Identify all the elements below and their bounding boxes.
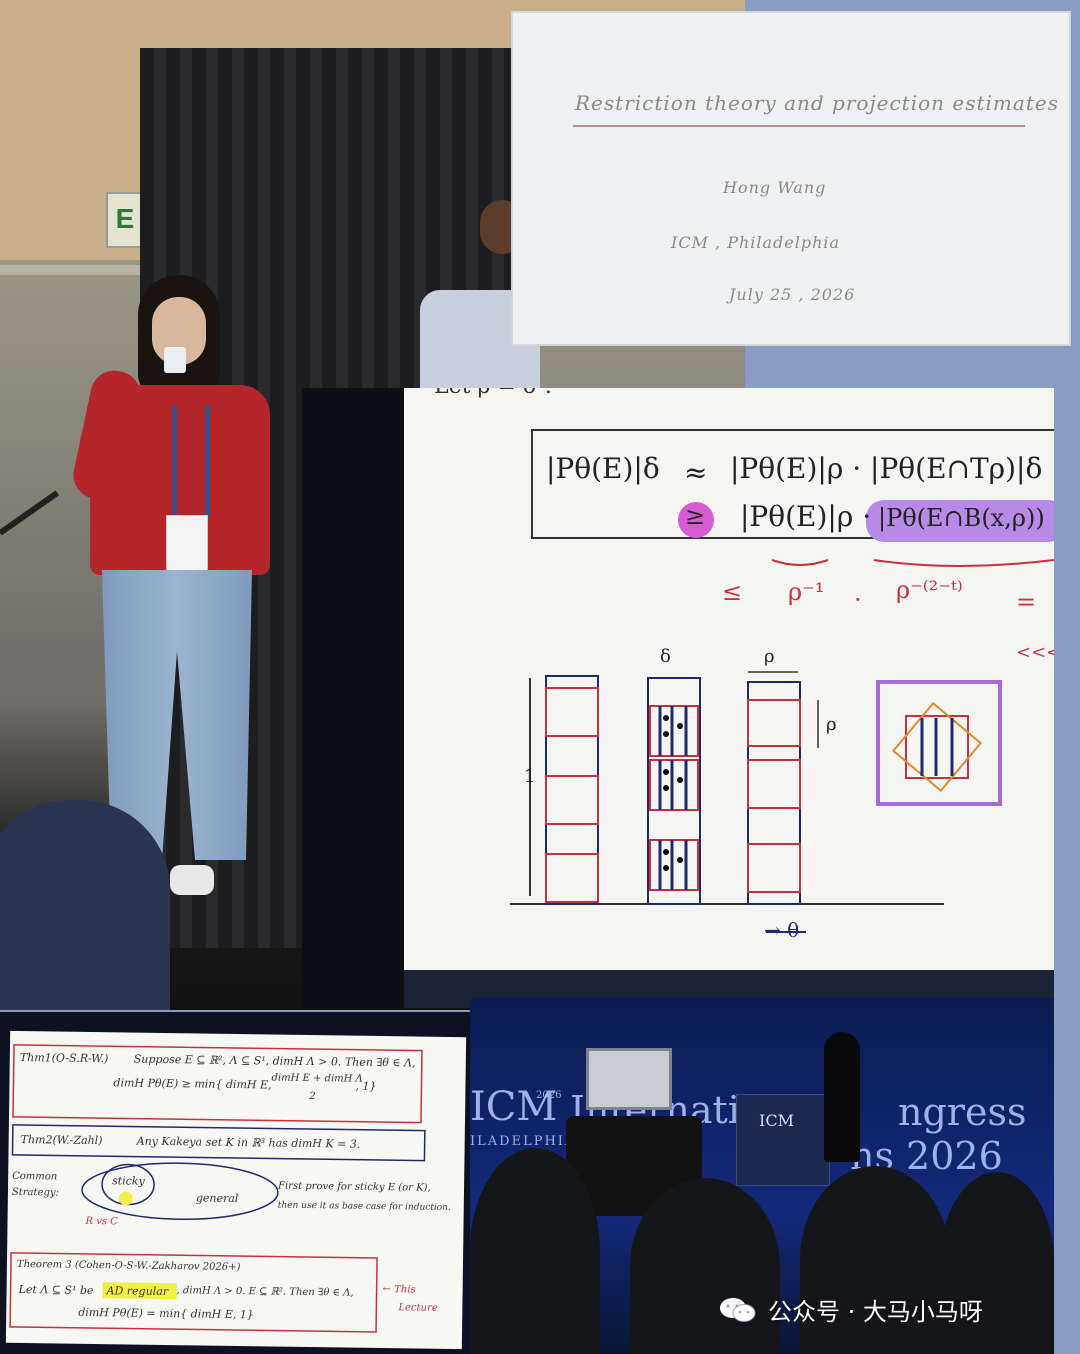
projected-whiteboard: Let ρ = δ². [302,388,1054,1008]
stage-logo-city: ILADELPHIA [470,1134,577,1149]
tube3-box-3 [747,843,801,893]
talk-venue: ICM , Philadelphia [671,233,841,252]
talk-title: Restriction theory and projection estima… [575,91,1059,115]
eq2-rhs-b: |Pθ(E∩B(x,ρ)) [878,504,1045,532]
eq1-lhs: |Pθ(E)|δ [546,452,660,485]
bound-dot: · [854,586,862,614]
seated-man [420,200,540,390]
zoom-strokes [920,718,954,776]
first-prove-text: First prove for sticky E (or K), [277,1180,431,1194]
stair-rail [0,490,60,536]
bound-le: ≤ [722,578,743,606]
stage-monitor [586,1048,672,1110]
tube2-box-2 [649,759,699,811]
this-lecture-a: ← This [382,1284,416,1296]
eq1-rhs: |Pθ(E)|ρ · |Pθ(E∩Tρ)|δ [730,452,1043,485]
thm3-ad-regular: AD regular [106,1284,169,1299]
water-cup [164,347,186,373]
audience-head-foreground [0,800,170,1010]
tube1-box-2 [545,775,599,825]
bound-equals: = [1016,588,1037,616]
audience-head-2 [630,1178,780,1354]
title-underline [573,125,1025,127]
tube-column-1 [545,675,599,905]
thm1-fraction-den: 2 [309,1091,316,1103]
talk-date: July 25 , 2026 [729,285,856,304]
name-badge [166,515,208,573]
tube-column-2 [647,677,701,905]
much-less-symbol: <<< [1016,642,1054,663]
eq1-operator: ≈ [684,456,708,489]
label-rho-top: ρ [764,646,775,667]
bound-rho-inverse: ρ⁻¹ [788,578,825,606]
tube1-box-3 [545,853,599,903]
talk-author: Hong Wang [723,178,827,197]
label-rho-side: ρ [826,714,837,735]
label-theta: → θ [764,918,800,942]
banner-text-b: ngress [898,1090,1027,1134]
wechat-icon [720,1298,756,1322]
thm1-end: , 1} [355,1079,377,1093]
sneaker [170,865,214,895]
strategy-ellipse [81,1162,279,1220]
podium-logo: ICM [759,1111,794,1130]
rvsc-label: R vs C [85,1215,118,1228]
tube2-box-1 [649,705,699,757]
label-one: 1 [524,766,536,787]
bound-rho-power: ρ⁻⁽²⁻ᵗ⁾ [896,576,963,604]
lanyard [172,405,210,517]
eq2-operator: ≥ [685,502,706,530]
thm3-line-c: dimH Pθ(E) = min{ dimH E, 1} [78,1305,254,1322]
theorem-slide-photo: Thm1(O-S.R-W.) Suppose E ⊆ ℝ², Λ ⊆ S¹, d… [0,1012,470,1354]
watermark-text: 公众号 · 大马小马呀 [768,1298,983,1326]
whiteboard-screen: Let ρ = δ². [404,388,1054,970]
eq2-rhs-a: |Pθ(E)|ρ · [740,500,872,533]
this-lecture-b: Lecture [398,1302,438,1314]
strategy-label: Strategy: [11,1186,59,1199]
general-label: general [195,1191,239,1206]
tube3-box-1 [747,699,801,747]
thm1-heading: Thm1(O-S.R-W.) [19,1050,109,1066]
thm3-line-a: Let Λ ⊆ S¹ be [18,1282,94,1298]
title-card: Restriction theory and projection estima… [512,12,1070,345]
tube3-box-2 [747,759,801,809]
tube2-box-3 [649,839,699,891]
thm2-heading: Thm2(W.-Zahl) [20,1132,103,1148]
stage-logo-year: 2026 [536,1090,562,1101]
common-label: Common [12,1170,58,1183]
stage-speaker [824,1032,860,1162]
thm1-fraction-num: dimH E + dimH Λ [271,1072,363,1085]
thm1-line-b: dimH Pθ(E) ≥ min{ dimH E, [113,1076,272,1092]
label-delta: δ [660,646,671,667]
exit-sign-letter: E [115,203,135,234]
wall-rail [0,265,150,275]
tube-column-3 [747,681,801,905]
exit-sign: E [106,192,144,248]
tube1-box-1 [545,687,599,737]
audience-head-1 [470,1148,600,1354]
brace-right [873,559,1054,567]
sticky-label: sticky [112,1174,145,1188]
theorem-slide: Thm1(O-S.R-W.) Suppose E ⊆ ℝ², Λ ⊆ S¹, d… [5,1030,467,1350]
podium: ICM [736,1094,830,1186]
brace-left [771,559,829,566]
